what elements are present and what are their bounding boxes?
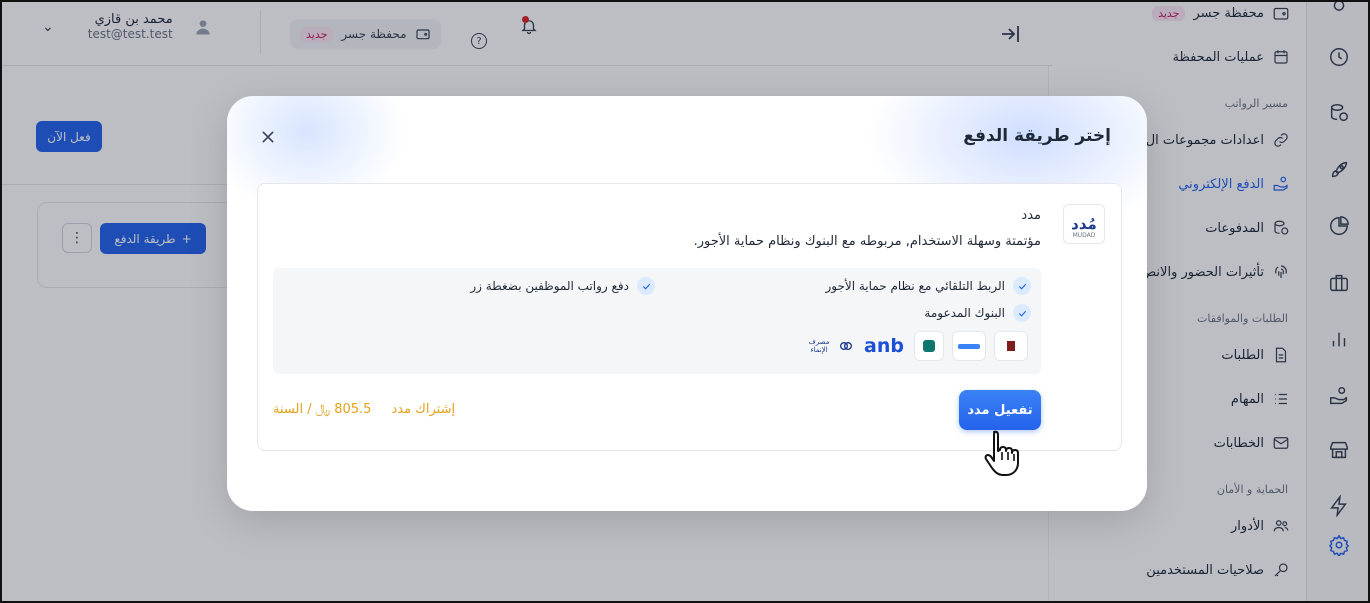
alinma-logo-icon [840,342,852,350]
option-description: مؤتمتة وسهلة الاستخدام, مربوطه مع البنوك… [693,234,1041,249]
price-row: إشتراك مدد 805.5 ﷼ / السنة [273,402,455,417]
supported-banks: مصرف الإنماء alinma bank anb [803,330,1028,362]
feature-item: الربط التلقائي مع نظام حماية الأجور [825,277,1031,295]
logo-caption: MUDAD [1072,232,1096,239]
bank-logo-mark [957,343,980,349]
check-icon [637,277,655,295]
option-name: مدد [1021,208,1041,223]
subscription-label: إشتراك مدد [391,402,456,417]
anb-bank-logo: anb [862,331,906,361]
close-icon[interactable] [257,126,279,148]
feature-label: دفع رواتب الموظفين بضغطة زر [470,279,629,293]
check-icon [1013,304,1031,322]
mudad-logo: مُدد MUDAD [1063,204,1105,244]
hand-cursor-icon [984,430,1019,476]
feature-label: البنوك المدعومة [924,306,1005,320]
check-icon [1013,277,1031,295]
feature-item: البنوك المدعومة [924,304,1031,322]
dialog-title: إختر طريقة الدفع [963,126,1111,146]
mudad-option-card[interactable]: مُدد MUDAD مدد مؤتمتة وسهلة الاستخدام, م… [257,183,1122,451]
logo-text: مُدد [1071,215,1097,233]
features-panel: الربط التلقائي مع نظام حماية الأجور دفع … [273,268,1041,374]
bank-logo [951,331,986,361]
bank-logo [993,331,1028,361]
feature-item: دفع رواتب الموظفين بضغطة زر [470,277,655,295]
stc-bank-logo [913,331,944,361]
bank-logo-mark [922,340,935,352]
bank-name: مصرف الإنماء alinma bank [808,338,830,354]
activate-mudad-button[interactable]: تفعيل مدد [959,390,1041,430]
app-window: محفظة جسر جديد عمليات المحفظة مسير الروا… [0,0,1370,603]
bank-name: anb [864,335,904,357]
bank-logo-mark [1006,341,1015,351]
alinma-bank-logo: مصرف الإنماء alinma bank [803,331,854,361]
feature-label: الربط التلقائي مع نظام حماية الأجور [825,279,1005,293]
price-value: 805.5 ﷼ / السنة [273,402,372,417]
